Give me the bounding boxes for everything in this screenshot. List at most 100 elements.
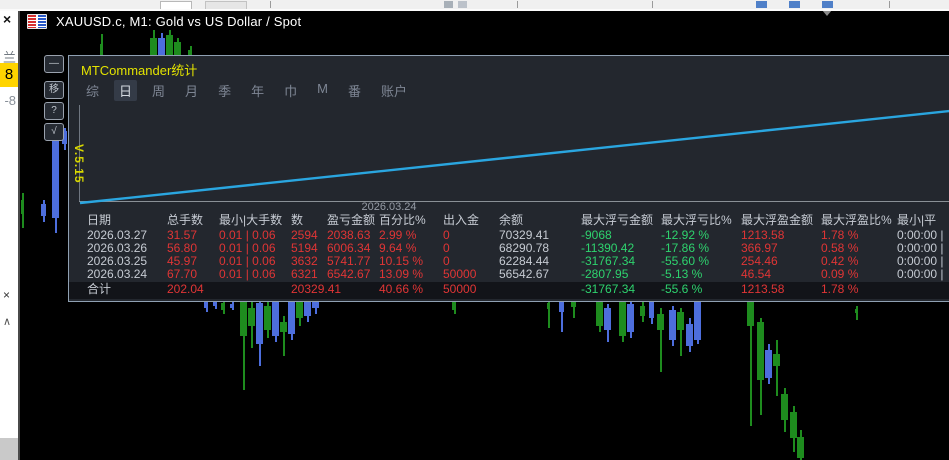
candle-body bbox=[669, 310, 676, 340]
candle-body bbox=[280, 322, 287, 332]
table-row: 2026.03.24 67.70 0.01 | 0.06 6321 6542.67 13.… bbox=[69, 268, 949, 281]
close-icon-mid[interactable]: × bbox=[3, 288, 10, 302]
candle-wick bbox=[776, 340, 778, 396]
table-cell: 0:00:00 | bbox=[897, 268, 944, 281]
tab-月[interactable]: 月 bbox=[180, 80, 203, 101]
candle-body bbox=[41, 204, 46, 216]
column-header: 最大浮亏金额 bbox=[581, 213, 654, 227]
column-header: 总手数 bbox=[167, 213, 204, 227]
toolbar-divider bbox=[889, 1, 890, 8]
table-cell: -2807.95 bbox=[581, 267, 629, 281]
tab-巾[interactable]: 巾 bbox=[279, 80, 302, 101]
table-cell: -55.6 % bbox=[661, 282, 703, 296]
table-cell: 6542.67 bbox=[327, 267, 371, 281]
candle-body bbox=[677, 312, 684, 330]
toolbar-divider bbox=[270, 1, 271, 8]
chart-window: XAUUSD.c, M1: Gold vs US Dollar / Spot —… bbox=[20, 9, 949, 460]
table-cell: 46.54 bbox=[741, 267, 772, 281]
price-secondary: -8 bbox=[4, 93, 16, 108]
table-cell: 1.78 % bbox=[821, 282, 859, 296]
candle-body bbox=[640, 306, 645, 316]
table-cell: 0:00:00 | bbox=[897, 229, 944, 242]
table-cell: 50000 bbox=[443, 267, 477, 281]
scrollbar-block[interactable] bbox=[0, 438, 18, 460]
candle-body bbox=[221, 303, 225, 310]
tab-年[interactable]: 年 bbox=[246, 80, 269, 101]
candle-body bbox=[21, 200, 24, 214]
toolbar-icon-fragment[interactable] bbox=[458, 1, 467, 8]
stats-tabs: 综日周月季年巾 M 番账户 bbox=[81, 80, 412, 101]
candle-body bbox=[855, 309, 858, 313]
table-cell: 0 bbox=[443, 241, 450, 255]
chart-symbol-icon bbox=[27, 14, 47, 29]
candle-body bbox=[649, 302, 654, 318]
table-cell: 2026.03.24 bbox=[87, 267, 148, 281]
column-header: 最大浮盈比% bbox=[821, 213, 892, 227]
candle-body bbox=[627, 304, 634, 332]
screen: × 兰 8 -8 × ∧ XAUUSD.c, M1: Gold vs US Do… bbox=[0, 0, 949, 460]
window-title-bar: XAUUSD.c, M1: Gold vs US Dollar / Spot bbox=[27, 14, 301, 29]
candle-body bbox=[657, 314, 664, 330]
price-tag: 8 bbox=[0, 63, 18, 87]
table-cell bbox=[897, 282, 949, 299]
table-cell: -5.13 % bbox=[661, 267, 703, 281]
tab-周[interactable]: 周 bbox=[147, 80, 170, 101]
table-cell: 0:00:00 | bbox=[897, 255, 944, 268]
side-button-confirm[interactable]: √ bbox=[44, 123, 64, 141]
window-tab-fragment[interactable] bbox=[160, 1, 192, 9]
stats-table: 日期 总手数 最小|大手数数 盈亏金额 百分比% 出入金 余额 最大浮亏金额 最大浮亏比% 最大浮… bbox=[69, 212, 949, 299]
tab-季[interactable]: 季 bbox=[213, 80, 236, 101]
table-cell: 20329.41 bbox=[291, 282, 342, 296]
candle-body bbox=[797, 437, 804, 458]
tab-综[interactable]: 综 bbox=[81, 80, 104, 101]
column-header: 盈亏金额 bbox=[327, 213, 376, 227]
column-header: 最小|大手数 bbox=[219, 213, 283, 227]
table-cell bbox=[219, 282, 291, 299]
toolbar-icon-fragment[interactable] bbox=[789, 1, 800, 8]
candle-body bbox=[686, 324, 693, 346]
table-cell: 56542.67 bbox=[499, 267, 550, 281]
equity-plot: 2026.03.24 bbox=[69, 102, 949, 213]
table-cell: 6321 bbox=[291, 267, 318, 281]
column-header: 余额 bbox=[499, 213, 524, 227]
window-title: XAUUSD.c, M1: Gold vs US Dollar / Spot bbox=[56, 14, 302, 29]
window-tab-fragment[interactable] bbox=[205, 1, 247, 9]
column-header: 最大浮亏比% bbox=[661, 213, 732, 227]
candle-body bbox=[694, 301, 701, 340]
candle-body bbox=[272, 300, 279, 336]
candle-body bbox=[757, 322, 764, 380]
candle-body bbox=[204, 302, 208, 308]
candle-body bbox=[240, 300, 247, 336]
panel-title: MTCommander统计 bbox=[81, 63, 198, 78]
toolbar-icon-fragment[interactable] bbox=[444, 1, 453, 8]
table-cell: 0:00:00 | bbox=[897, 242, 944, 255]
side-button-move[interactable]: 移 bbox=[44, 81, 64, 99]
column-header: 百分比% bbox=[379, 213, 426, 227]
candle-body bbox=[288, 300, 295, 334]
tab-番[interactable]: 番 bbox=[343, 80, 366, 101]
table-cell: 0.09 % bbox=[821, 267, 859, 281]
candle-body bbox=[248, 308, 255, 326]
candle-body bbox=[765, 350, 772, 378]
column-header: 最小|平 bbox=[897, 213, 937, 227]
table-cell: 40.66 % bbox=[379, 282, 424, 296]
table-cell: 50000 bbox=[443, 282, 477, 296]
tab-M[interactable]: M bbox=[312, 80, 333, 101]
table-cell: -31767.34 bbox=[581, 282, 636, 296]
column-header: 最大浮盈金额 bbox=[741, 213, 814, 227]
column-header: 数 bbox=[291, 213, 304, 227]
toolbar-icon-fragment[interactable] bbox=[756, 1, 767, 8]
tab-账户[interactable]: 账户 bbox=[376, 80, 412, 101]
table-total-row: 合计 202.04 20329.41 40.66 % 50000 -31767.34 -55… bbox=[69, 282, 949, 299]
toolbar-icon-fragment[interactable] bbox=[822, 1, 833, 8]
side-button-help[interactable]: ? bbox=[44, 102, 64, 120]
candle-body bbox=[264, 306, 271, 330]
tab-日[interactable]: 日 bbox=[114, 80, 138, 101]
collapse-arrow-icon[interactable]: ∧ bbox=[3, 315, 11, 328]
candle-body bbox=[230, 304, 234, 308]
side-button-collapse[interactable]: — bbox=[44, 55, 64, 73]
table-cell: 0.01 | 0.06 bbox=[219, 267, 276, 281]
table-cell: 67.70 bbox=[167, 267, 198, 281]
close-icon[interactable]: × bbox=[3, 11, 11, 27]
candle-body bbox=[52, 133, 59, 218]
